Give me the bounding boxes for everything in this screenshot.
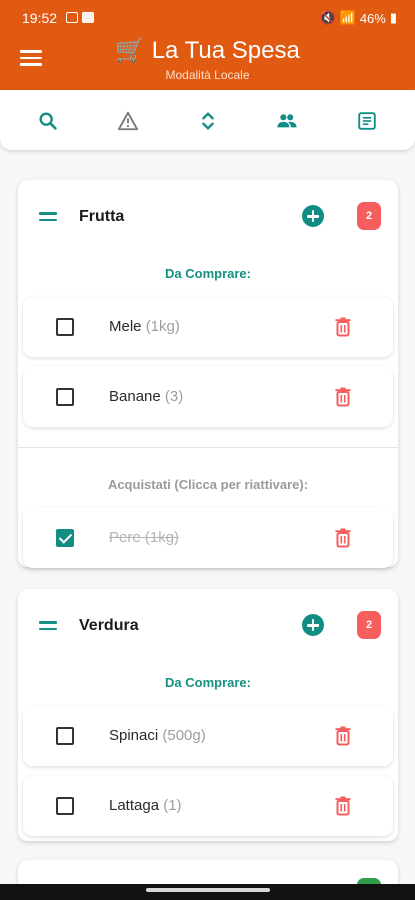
app-subtitle: Modalità Locale [165, 68, 250, 82]
list-item-bought[interactable]: Pere (1kg) [23, 508, 393, 568]
app-header: 19:52 🔇 📶 46% ▮ 🛒 La Tua Spesa Modalità … [0, 0, 415, 90]
add-item-button[interactable] [302, 205, 324, 227]
category-header: Frutta 2 [18, 180, 398, 250]
to-buy-label: Da Comprare: [165, 266, 251, 281]
item-label: Mele (1kg) [109, 318, 180, 335]
battery-level: 46% [359, 10, 386, 26]
battery-icon: ▮ [389, 10, 397, 25]
search-icon[interactable] [37, 110, 59, 132]
item-checkbox[interactable] [56, 388, 74, 406]
gallery-notification-icon [66, 12, 78, 23]
drag-handle-icon[interactable] [39, 621, 57, 634]
category-header: Verdura 2 [18, 589, 398, 659]
toolbar [0, 90, 415, 150]
item-count-badge: 2 [357, 611, 381, 639]
mute-icon: 🔇 [319, 10, 336, 25]
item-checkbox[interactable] [56, 318, 74, 336]
wifi-icon: 📶 [339, 10, 356, 25]
list-item: Mele (1kg) [23, 297, 393, 357]
status-time: 19:52 [22, 10, 58, 26]
item-checkbox-checked[interactable] [56, 529, 74, 547]
category-card-frutta: Frutta 2 Da Comprare: Mele (1kg) Banane … [18, 180, 398, 568]
list-item: Lattaga (1) [23, 776, 393, 836]
item-checkbox[interactable] [56, 797, 74, 815]
item-checkbox[interactable] [56, 727, 74, 745]
item-label: Lattaga (1) [109, 797, 182, 814]
trash-icon[interactable] [335, 796, 351, 816]
list-item: Banane (3) [23, 367, 393, 427]
to-buy-label: Da Comprare: [165, 675, 251, 690]
expand-collapse-icon[interactable] [197, 110, 219, 132]
trash-icon[interactable] [335, 317, 351, 337]
trash-icon[interactable] [335, 387, 351, 407]
system-nav-bar [0, 884, 415, 900]
category-name: Frutta [79, 208, 125, 225]
home-indicator[interactable] [146, 888, 270, 892]
drag-handle-icon[interactable] [39, 212, 57, 225]
category-card-verdura: Verdura 2 Da Comprare: Spinaci (500g) La… [18, 589, 398, 841]
app-title: 🛒 La Tua Spesa [115, 37, 300, 64]
item-count-badge: 2 [357, 202, 381, 230]
users-icon[interactable] [276, 110, 298, 132]
notification-icons [66, 12, 94, 23]
warning-icon[interactable] [117, 110, 139, 132]
trash-icon[interactable] [335, 528, 351, 548]
app-notification-icon [82, 12, 94, 23]
status-right: 🔇 📶 46% ▮ [319, 10, 397, 26]
trash-icon[interactable] [335, 726, 351, 746]
add-item-button[interactable] [302, 614, 324, 636]
item-label: Pere (1kg) [109, 529, 180, 546]
list-item: Spinaci (500g) [23, 706, 393, 766]
bought-label: Acquistati (Clicca per riattivare): [107, 477, 309, 492]
status-bar: 19:52 🔇 📶 46% ▮ [0, 8, 415, 28]
item-label: Spinaci (500g) [109, 727, 206, 744]
item-label: Banane (3) [109, 388, 184, 405]
notes-icon[interactable] [356, 110, 378, 132]
category-name: Verdura [79, 617, 139, 634]
